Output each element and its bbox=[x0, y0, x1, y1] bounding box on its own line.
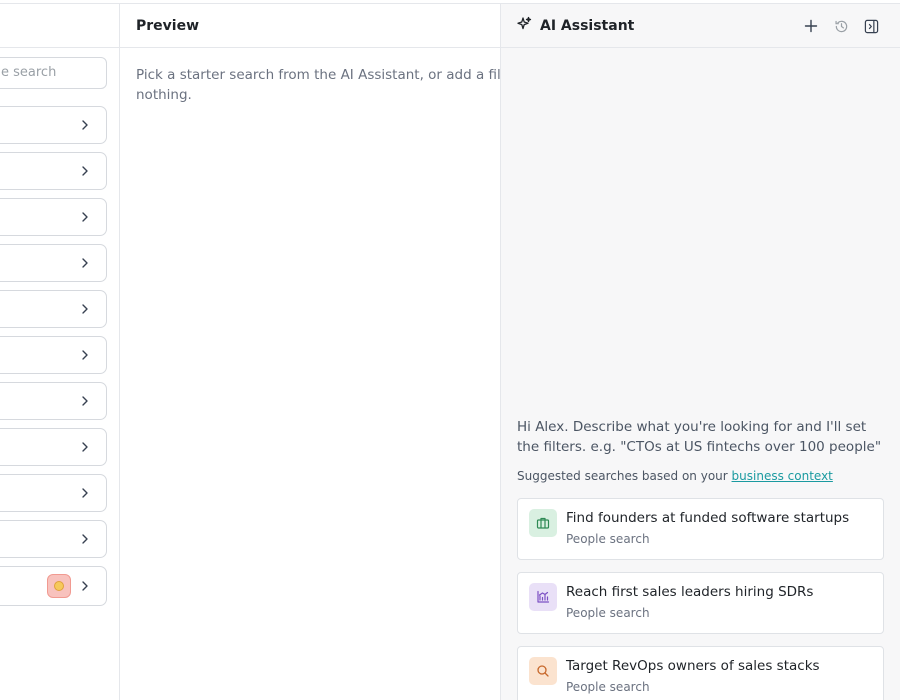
chevron-right-icon bbox=[82, 534, 88, 544]
chevron-right-icon bbox=[82, 442, 88, 452]
preview-header: Preview bbox=[120, 4, 500, 48]
filter-row[interactable] bbox=[0, 244, 107, 282]
filter-row[interactable] bbox=[0, 520, 107, 558]
suggestion-subtitle: People search bbox=[566, 680, 650, 694]
filter-search-placeholder: e search bbox=[1, 65, 57, 80]
history-button[interactable] bbox=[832, 17, 850, 35]
suggestion-card[interactable]: Reach first sales leaders hiring SDRs Pe… bbox=[517, 572, 884, 634]
chevron-right-icon bbox=[82, 120, 88, 130]
chevron-right-icon bbox=[82, 166, 88, 176]
preview-panel: Preview Pick a starter search from the A… bbox=[120, 4, 501, 700]
history-icon bbox=[834, 20, 847, 32]
panel-collapse-icon bbox=[864, 19, 878, 33]
suggested-searches-note: Suggested searches based on your busines… bbox=[517, 469, 833, 483]
preview-empty-message: Pick a starter search from the AI Assist… bbox=[136, 67, 501, 103]
chevron-right-icon bbox=[82, 488, 88, 498]
filter-row[interactable] bbox=[0, 428, 107, 466]
chevron-right-icon bbox=[82, 350, 88, 360]
filter-search-input[interactable]: e search bbox=[0, 57, 107, 89]
suggestion-title: Reach first sales leaders hiring SDRs bbox=[566, 584, 814, 600]
briefcase-icon bbox=[529, 509, 557, 537]
filter-row[interactable] bbox=[0, 106, 107, 144]
assistant-greeting: Hi Alex. Describe what you're looking fo… bbox=[517, 419, 882, 455]
collapse-panel-button[interactable] bbox=[862, 17, 880, 35]
business-context-link[interactable]: business context bbox=[732, 469, 833, 483]
ai-assistant-panel: AI Assistant Hi Alex. Describe what you'… bbox=[501, 4, 900, 700]
suggestion-subtitle: People search bbox=[566, 532, 650, 546]
preview-title: Preview bbox=[136, 17, 200, 34]
chevron-right-icon bbox=[82, 304, 88, 314]
new-chat-button[interactable] bbox=[802, 17, 820, 35]
sparkles-icon bbox=[516, 16, 532, 36]
coin-dot bbox=[54, 581, 64, 591]
filter-row[interactable] bbox=[0, 474, 107, 512]
filter-row[interactable] bbox=[0, 290, 107, 328]
suggestion-title: Find founders at funded software startup… bbox=[566, 510, 850, 526]
plus-icon bbox=[804, 19, 818, 33]
assistant-header: AI Assistant bbox=[501, 4, 900, 48]
coins-icon bbox=[47, 574, 71, 598]
chevron-right-icon bbox=[82, 212, 88, 222]
chevron-right-icon bbox=[82, 396, 88, 406]
filter-row[interactable] bbox=[0, 152, 107, 190]
filter-row[interactable] bbox=[0, 566, 107, 606]
filter-row[interactable] bbox=[0, 336, 107, 374]
suggestion-card[interactable]: Target RevOps owners of sales stacks Peo… bbox=[517, 646, 884, 700]
chart-icon bbox=[529, 583, 557, 611]
suggestion-subtitle: People search bbox=[566, 606, 650, 620]
filter-row[interactable] bbox=[0, 198, 107, 236]
chevron-right-icon bbox=[82, 581, 88, 591]
search-icon bbox=[529, 657, 557, 685]
chevron-right-icon bbox=[82, 258, 88, 268]
assistant-title: AI Assistant bbox=[540, 17, 635, 34]
suggest-prefix: Suggested searches based on your bbox=[517, 469, 732, 483]
suggestion-card[interactable]: Find founders at funded software startup… bbox=[517, 498, 884, 560]
filters-header bbox=[0, 4, 119, 48]
suggestion-title: Target RevOps owners of sales stacks bbox=[566, 658, 820, 674]
filter-row[interactable] bbox=[0, 382, 107, 420]
